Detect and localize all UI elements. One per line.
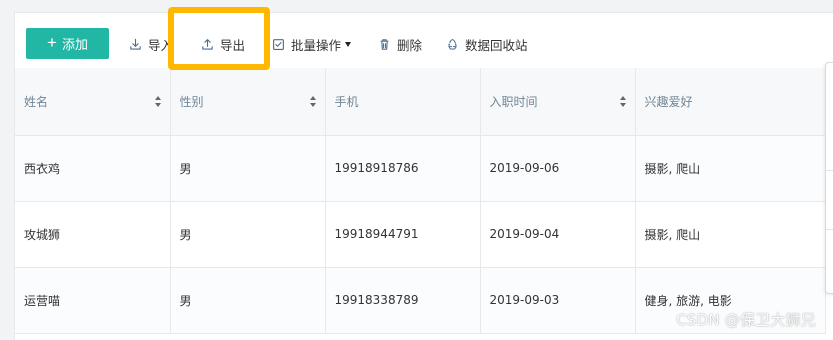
sort-icon[interactable] xyxy=(309,96,317,107)
batch-actions-dropdown[interactable]: 批量操作 xyxy=(271,33,352,55)
table-card: + 添加 导入 导出 批量操作 删除 数据回收站 姓名 性别 手机 入职时间 兴… xyxy=(14,12,833,340)
hobbies-cell: 摄影, 爬山 xyxy=(635,135,826,202)
export-button-label: 导出 xyxy=(220,37,246,53)
recycle-bin-label: 数据回收站 xyxy=(465,37,528,53)
import-button-label: 导入 xyxy=(148,37,174,53)
phone-cell: 19918338789 xyxy=(325,267,481,334)
batch-actions-label: 批量操作 xyxy=(291,37,342,53)
table-row[interactable]: 攻城狮 男 19918944791 2019-09-04 摄影, 爬山 xyxy=(15,201,826,268)
column-header-label: 兴趣爱好 xyxy=(644,94,693,109)
export-button[interactable]: 导出 xyxy=(200,33,245,55)
gender-cell: 男 xyxy=(170,135,326,202)
sort-icon[interactable] xyxy=(154,96,162,107)
data-table: 姓名 性别 手机 入职时间 兴趣爱好 西衣鸡 男 19918918786 201… xyxy=(15,68,826,334)
gender-cell: 男 xyxy=(170,201,326,268)
gender-cell: 男 xyxy=(170,267,326,334)
column-header-join-date[interactable]: 入职时间 xyxy=(480,68,636,136)
column-header-label: 姓名 xyxy=(24,94,49,109)
delete-button[interactable]: 删除 xyxy=(377,33,422,55)
caret-down-icon xyxy=(345,42,352,47)
join-date-cell: 2019-09-06 xyxy=(480,135,636,202)
name-cell: 攻城狮 xyxy=(15,201,171,268)
panel-divider xyxy=(826,229,833,230)
upload-icon xyxy=(202,38,213,50)
add-button[interactable]: + 添加 xyxy=(26,28,109,59)
delete-button-label: 删除 xyxy=(397,37,423,53)
panel-divider xyxy=(826,170,833,171)
hobbies-cell: 摄影, 爬山 xyxy=(635,201,826,268)
sort-icon[interactable] xyxy=(619,96,627,107)
trash-icon xyxy=(380,38,389,50)
phone-cell: 19918944791 xyxy=(325,201,481,268)
toolbar: + 添加 导入 导出 批量操作 删除 数据回收站 xyxy=(15,13,833,69)
recycle-icon xyxy=(448,38,457,50)
phone-cell: 19918918786 xyxy=(325,135,481,202)
download-icon xyxy=(130,38,141,50)
join-date-cell: 2019-09-04 xyxy=(480,201,636,268)
name-cell: 西衣鸡 xyxy=(15,135,171,202)
column-header-label: 性别 xyxy=(179,94,204,109)
column-header-label: 手机 xyxy=(334,94,359,109)
column-header-hobbies: 兴趣爱好 xyxy=(635,68,826,136)
import-button[interactable]: 导入 xyxy=(128,33,173,55)
checkbox-icon xyxy=(273,38,284,50)
table-header-row: 姓名 性别 手机 入职时间 兴趣爱好 xyxy=(15,68,826,136)
recycle-bin-button[interactable]: 数据回收站 xyxy=(445,33,528,55)
watermark-text: CSDN @保卫大狮兄 xyxy=(676,311,816,329)
column-header-gender[interactable]: 性别 xyxy=(170,68,326,136)
name-cell: 运营喵 xyxy=(15,267,171,334)
join-date-cell: 2019-09-03 xyxy=(480,267,636,334)
table-row[interactable]: 西衣鸡 男 19918918786 2019-09-06 摄影, 爬山 xyxy=(15,135,826,202)
column-header-label: 入职时间 xyxy=(489,94,538,109)
add-button-label: 添加 xyxy=(61,37,88,52)
column-header-name[interactable]: 姓名 xyxy=(15,68,171,136)
app-page: + 添加 导入 导出 批量操作 删除 数据回收站 姓名 性别 手机 入职时间 兴… xyxy=(0,0,833,340)
column-header-phone: 手机 xyxy=(325,68,481,136)
plus-icon: + xyxy=(47,33,57,52)
right-side-panel[interactable] xyxy=(825,62,833,294)
